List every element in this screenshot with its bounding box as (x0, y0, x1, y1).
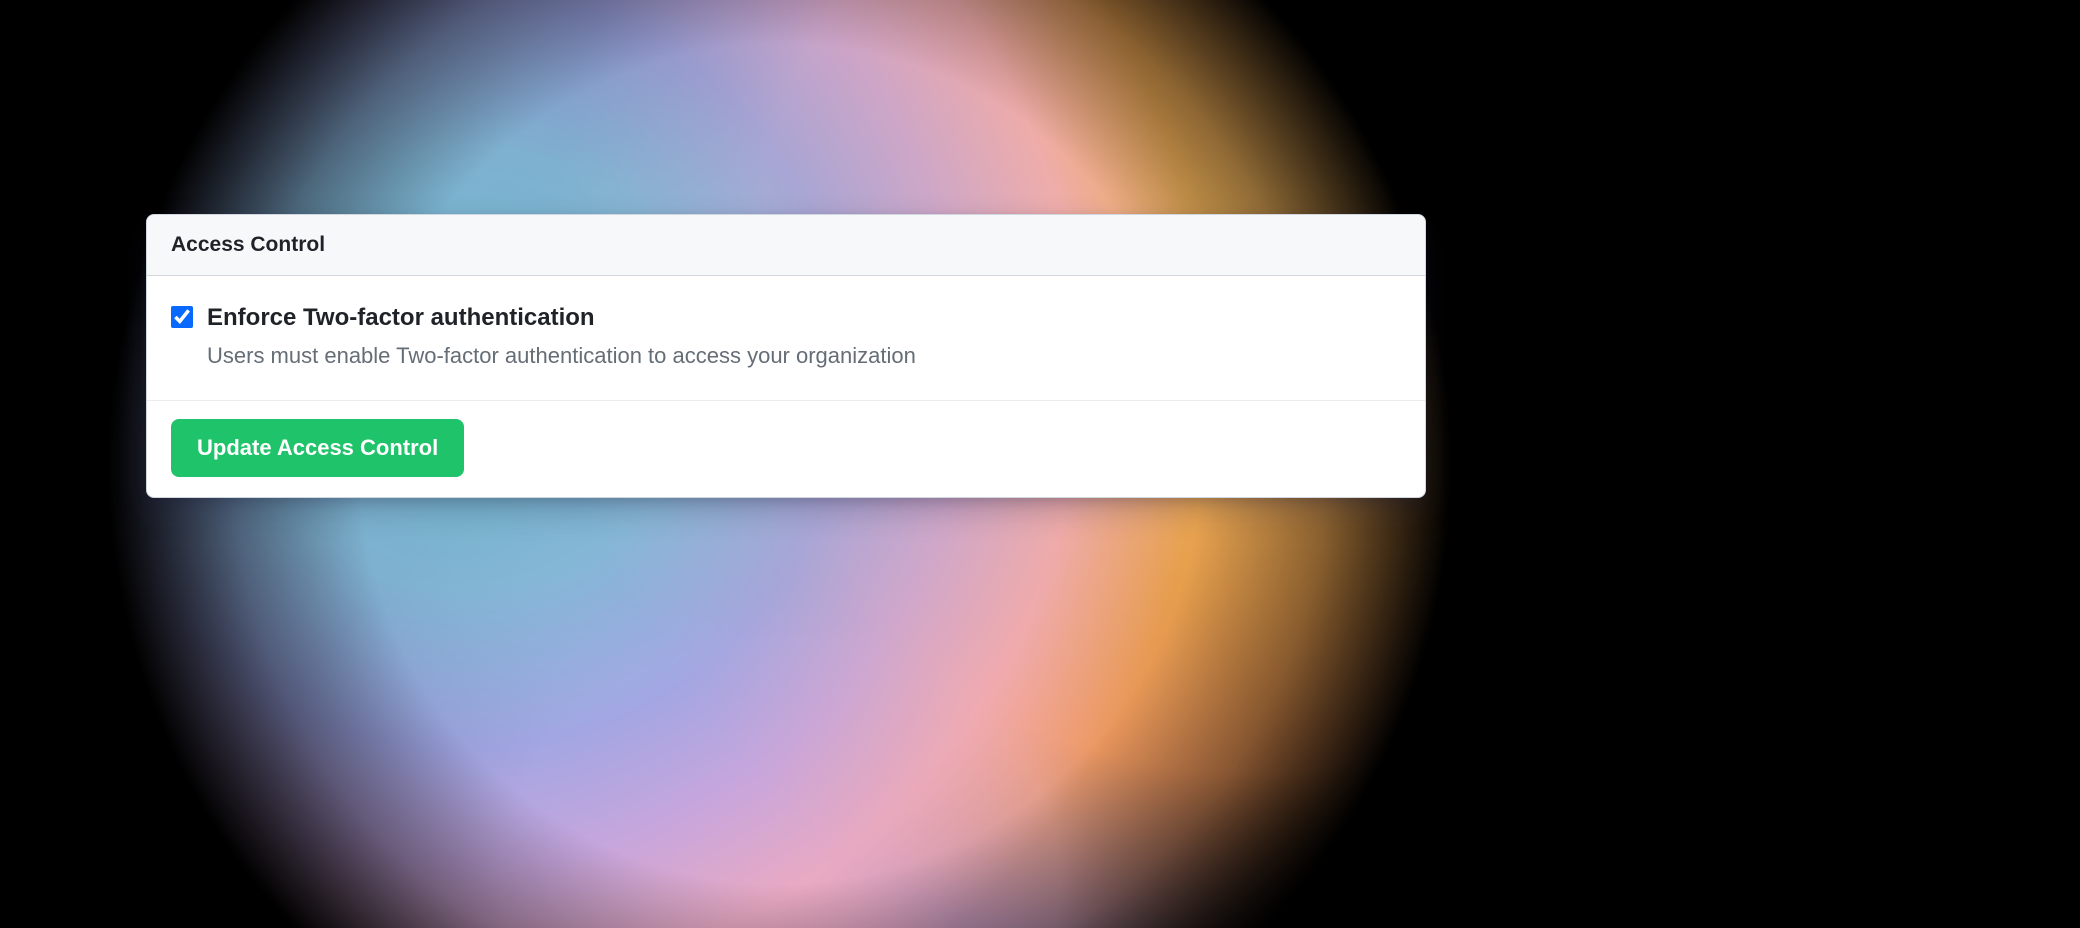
panel-footer: Update Access Control (147, 401, 1425, 497)
enforce-2fa-description: Users must enable Two-factor authenticat… (207, 341, 916, 372)
panel-header: Access Control (147, 215, 1425, 276)
panel-title: Access Control (171, 233, 1401, 257)
enforce-2fa-label[interactable]: Enforce Two-factor authentication (207, 302, 916, 333)
enforce-2fa-option-row: Enforce Two-factor authentication Users … (171, 302, 1401, 372)
panel-body: Enforce Two-factor authentication Users … (147, 276, 1425, 401)
update-access-control-button[interactable]: Update Access Control (171, 419, 464, 477)
access-control-panel: Access Control Enforce Two-factor authen… (146, 214, 1426, 498)
enforce-2fa-text-wrap: Enforce Two-factor authentication Users … (207, 302, 916, 372)
enforce-2fa-checkbox[interactable] (171, 306, 193, 328)
